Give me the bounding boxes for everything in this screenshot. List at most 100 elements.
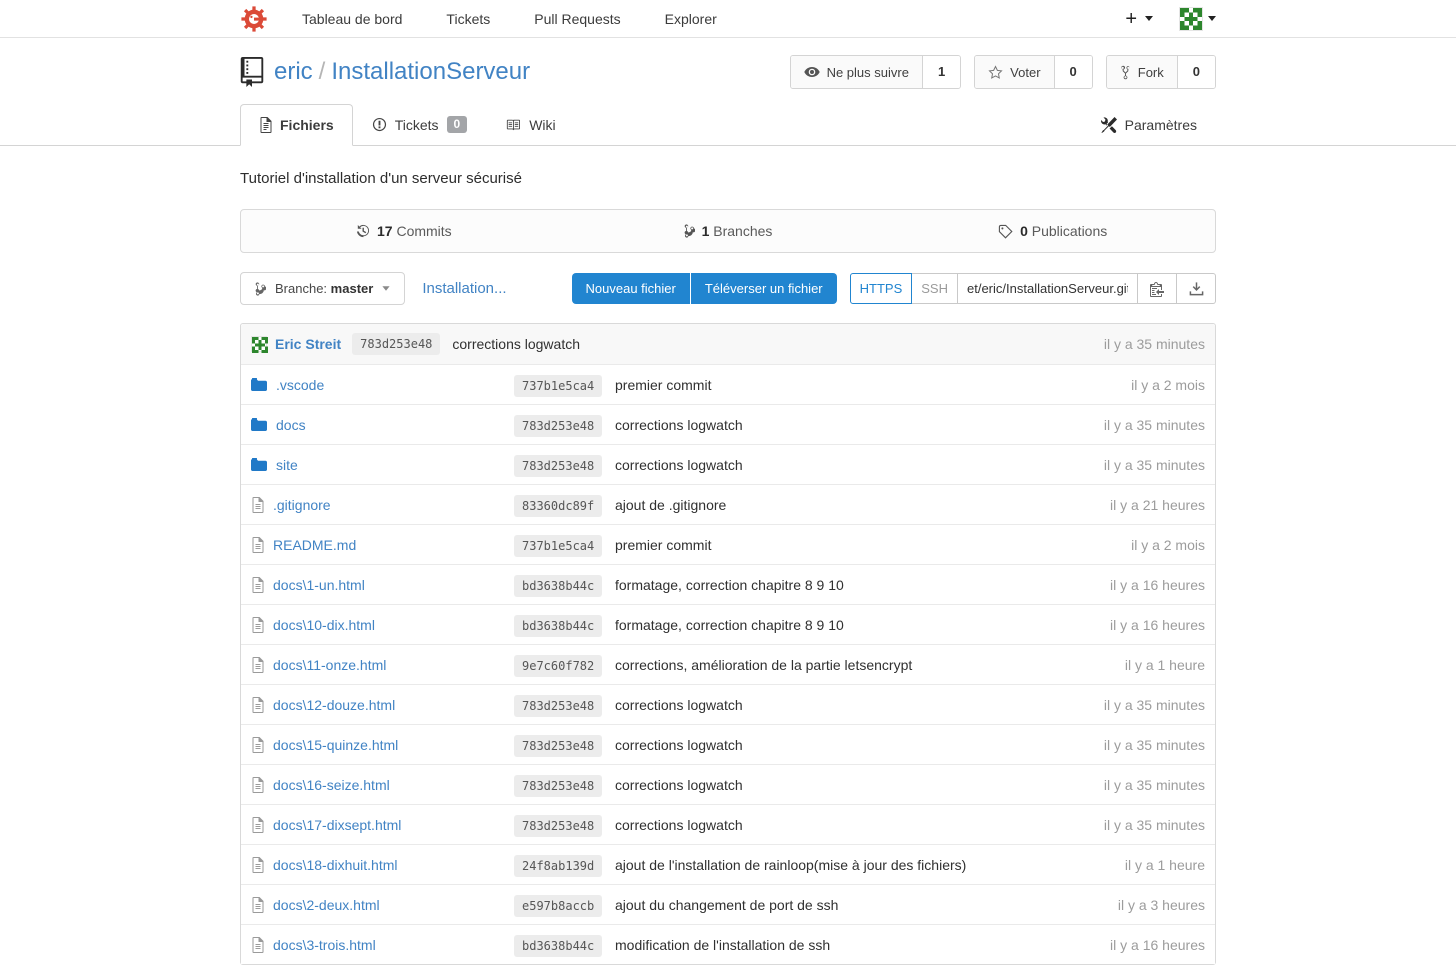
file-commit-message: ajout du changement de port de ssh — [615, 897, 1118, 913]
nav-items: Tableau de bord Tickets Pull Requests Explo… — [302, 11, 761, 27]
commit-author-avatar[interactable] — [251, 336, 267, 352]
nav-item-tableau-de-bord[interactable]: Tableau de bord — [302, 11, 402, 27]
voter-button[interactable]: Voter — [975, 56, 1054, 88]
download-archive-button[interactable] — [1177, 273, 1216, 304]
stat-commits[interactable]: 17 Commits — [241, 210, 566, 252]
user-avatar[interactable] — [1179, 7, 1203, 31]
nav-item-tickets[interactable]: Tickets — [446, 11, 490, 27]
table-row: docs\17-dixsept.html 783d253e48 correcti… — [241, 804, 1215, 844]
fork-count[interactable]: 0 — [1178, 56, 1215, 88]
file-link-docs-3-trois-html[interactable]: docs\3-trois.html — [273, 937, 376, 953]
tag-icon — [998, 224, 1013, 239]
dir-link-vscode[interactable]: .vscode — [276, 377, 324, 393]
create-new-caret-icon[interactable] — [1145, 16, 1153, 21]
repo-stats-bar: 17 Commits1 Branches0 Publications — [240, 209, 1216, 253]
commit-hash-badge[interactable]: 783d253e48 — [352, 333, 440, 355]
repo-owner-link[interactable]: eric — [274, 58, 313, 85]
file-commit-time: il y a 16 heures — [1110, 937, 1205, 953]
clone-url-input[interactable] — [958, 273, 1138, 304]
ne-plus-suivre-button-group: Ne plus suivre1 — [790, 55, 962, 89]
upload-file-button[interactable]: Téléverser un fichier — [691, 273, 837, 304]
file-link-gitignore[interactable]: .gitignore — [273, 497, 331, 513]
nav-item-pull-requests[interactable]: Pull Requests — [534, 11, 620, 27]
nav-item-explorer[interactable]: Explorer — [665, 11, 717, 27]
repo-name-link[interactable]: InstallationServeur — [331, 58, 530, 85]
file-commit-hash-badge[interactable]: bd3638b44c — [514, 935, 602, 957]
table-row: docs\11-onze.html 9e7c60f782 corrections… — [241, 644, 1215, 684]
tab-tickets[interactable]: Tickets0 — [353, 103, 487, 146]
https-protocol-button[interactable]: HTTPS — [850, 273, 913, 304]
history-icon — [355, 224, 370, 239]
file-commit-message: corrections, amélioration de la partie l… — [615, 657, 1125, 673]
file-commit-hash-badge[interactable]: 783d253e48 — [514, 735, 602, 757]
stat-branches[interactable]: 1 Branches — [566, 210, 891, 252]
table-row: docs\16-seize.html 783d253e48 correction… — [241, 764, 1215, 804]
table-row: docs\1-un.html bd3638b44c formatage, cor… — [241, 564, 1215, 604]
dir-link-docs[interactable]: docs — [276, 417, 306, 433]
path-breadcrumb-link[interactable]: Installation... — [422, 280, 506, 297]
commit-time: il y a 35 minutes — [1104, 336, 1205, 352]
file-commit-time: il y a 1 heure — [1125, 657, 1205, 673]
voter-count[interactable]: 0 — [1055, 56, 1092, 88]
file-commit-hash-badge[interactable]: 9e7c60f782 — [514, 655, 602, 677]
file-icon — [251, 697, 264, 713]
file-link-docs-17-dixsept-html[interactable]: docs\17-dixsept.html — [273, 817, 401, 833]
new-file-button[interactable]: Nouveau fichier — [572, 273, 690, 304]
dir-link-site[interactable]: site — [276, 457, 298, 473]
repo-header: eric/InstallationServeur Ne plus suivre1… — [240, 38, 1216, 101]
table-row: README.md 737b1e5ca4 premier commit il y… — [241, 524, 1215, 564]
file-commit-hash-badge[interactable]: 783d253e48 — [514, 415, 602, 437]
branch-selector[interactable]: Branche: master — [240, 272, 405, 305]
file-commit-message: corrections logwatch — [615, 457, 1104, 473]
file-commit-hash-badge[interactable]: 83360dc89f — [514, 495, 602, 517]
tab-wiki[interactable]: Wiki — [486, 104, 574, 146]
file-link-docs-18-dixhuit-html[interactable]: docs\18-dixhuit.html — [273, 857, 398, 873]
user-menu-caret-icon[interactable] — [1208, 16, 1216, 21]
table-row: docs\18-dixhuit.html 24f8ab139d ajout de… — [241, 844, 1215, 884]
file-commit-hash-badge[interactable]: 783d253e48 — [514, 775, 602, 797]
ne-plus-suivre-count[interactable]: 1 — [923, 56, 960, 88]
ssh-protocol-button[interactable]: SSH — [912, 273, 958, 304]
copy-clone-url-button[interactable] — [1138, 273, 1177, 304]
file-link-readme-md[interactable]: README.md — [273, 537, 356, 553]
table-row: docs\10-dix.html bd3638b44c formatage, c… — [241, 604, 1215, 644]
file-commit-message: corrections logwatch — [615, 697, 1104, 713]
file-commit-time: il y a 16 heures — [1110, 617, 1205, 633]
file-commit-hash-badge[interactable]: bd3638b44c — [514, 615, 602, 637]
file-link-docs-15-quinze-html[interactable]: docs\15-quinze.html — [273, 737, 398, 753]
fork-button[interactable]: Fork — [1107, 56, 1178, 88]
file-link-docs-10-dix-html[interactable]: docs\10-dix.html — [273, 617, 375, 633]
file-commit-time: il y a 3 heures — [1118, 897, 1205, 913]
stat-publications[interactable]: 0 Publications — [890, 210, 1215, 252]
file-icon — [251, 537, 264, 553]
file-icon — [251, 497, 264, 513]
file-commit-time: il y a 35 minutes — [1104, 697, 1205, 713]
tab-fichiers[interactable]: Fichiers — [240, 104, 353, 146]
branch-icon — [684, 224, 695, 238]
breadcrumb-separator: / — [313, 58, 332, 85]
file-commit-hash-badge[interactable]: 737b1e5ca4 — [514, 535, 602, 557]
file-commit-hash-badge[interactable]: 783d253e48 — [514, 695, 602, 717]
file-link-docs-2-deux-html[interactable]: docs\2-deux.html — [273, 897, 380, 913]
file-link-docs-12-douze-html[interactable]: docs\12-douze.html — [273, 697, 395, 713]
file-commit-hash-badge[interactable]: bd3638b44c — [514, 575, 602, 597]
app-logo-icon[interactable] — [240, 5, 268, 33]
file-commit-message: corrections logwatch — [615, 777, 1104, 793]
folder-icon — [251, 418, 267, 432]
file-commit-hash-badge[interactable]: 783d253e48 — [514, 815, 602, 837]
top-navbar: Tableau de bord Tickets Pull Requests Explo… — [0, 0, 1456, 38]
file-link-docs-16-seize-html[interactable]: docs\16-seize.html — [273, 777, 390, 793]
file-commit-hash-badge[interactable]: 24f8ab139d — [514, 855, 602, 877]
create-new-button[interactable]: + — [1125, 9, 1137, 29]
file-commit-message: ajout de .gitignore — [615, 497, 1110, 513]
table-row: docs\2-deux.html e597b8accb ajout du cha… — [241, 884, 1215, 924]
file-link-docs-11-onze-html[interactable]: docs\11-onze.html — [273, 657, 386, 673]
file-commit-hash-badge[interactable]: 783d253e48 — [514, 455, 602, 477]
commit-author-link[interactable]: Eric Streit — [275, 336, 341, 352]
ne-plus-suivre-button[interactable]: Ne plus suivre — [791, 56, 923, 88]
tab-settings[interactable]: Paramètres — [1082, 104, 1216, 146]
repo-description: Tutoriel d'installation d'un serveur séc… — [240, 170, 1216, 187]
file-commit-hash-badge[interactable]: 737b1e5ca4 — [514, 375, 602, 397]
file-commit-hash-badge[interactable]: e597b8accb — [514, 895, 602, 917]
file-link-docs-1-un-html[interactable]: docs\1-un.html — [273, 577, 365, 593]
